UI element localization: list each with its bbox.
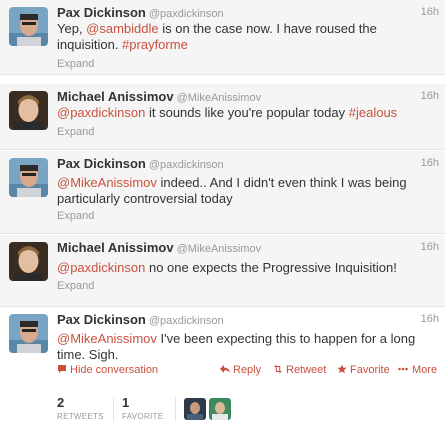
hide-conversation-label: Hide conversation (70, 364, 159, 376)
tweet-fullname[interactable]: Pax Dickinson (57, 312, 146, 327)
hashtag-link[interactable]: #prayforme (122, 37, 188, 52)
star-icon (337, 364, 347, 374)
tweet-timestamp[interactable]: 16h (421, 6, 439, 18)
mention-link[interactable]: @paxdickinson (57, 105, 145, 120)
expand-link[interactable]: Expand (57, 280, 94, 292)
tweet-text-segment: no one expects the Progressive Inquisiti… (145, 260, 397, 275)
avatar-michael-anissimov[interactable] (9, 91, 48, 130)
tweet-fullname[interactable]: Michael Anissimov (57, 240, 174, 255)
retweeter-avatar[interactable] (184, 398, 206, 420)
tweet-text-segment: Yep, (57, 21, 87, 36)
tweet[interactable]: Michael Anissimov @MikeAnissimov 16h @pax… (0, 84, 445, 150)
tweet-text: Yep, @sambiddle is on the case now. I ha… (57, 21, 405, 53)
hashtag-link[interactable]: #jealous (349, 105, 397, 120)
favorites-count: 1 (122, 395, 130, 410)
tweet-text: @MikeAnissimov I've been expecting this … (57, 331, 431, 363)
reply-arrow-icon (220, 365, 230, 373)
tweet-timestamp[interactable]: 16h (421, 241, 439, 253)
tweet-username[interactable]: @paxdickinson (149, 159, 224, 171)
favorite-button[interactable]: Favorite (337, 364, 390, 376)
tweet-actions: Hide conversation Reply Retweet Favorite… (57, 364, 439, 378)
avatar-pax-dickinson[interactable] (9, 314, 48, 353)
expand-link[interactable]: Expand (57, 58, 94, 70)
tweet[interactable]: Pax Dickinson @paxdickinson 16h Yep, @sam… (0, 0, 445, 75)
retweets-stat[interactable]: 2 RETWEETS (57, 395, 104, 421)
mention-link[interactable]: @MikeAnissimov (57, 331, 157, 346)
avatar-pax-dickinson[interactable] (9, 158, 48, 197)
reply-button[interactable]: Reply (220, 364, 261, 376)
favorites-stat[interactable]: 1 FAVORITE (122, 395, 163, 421)
favorite-label: Favorite (350, 364, 390, 376)
tweet-stats: 2 RETWEETS 1 FAVORITE (57, 395, 445, 423)
more-button[interactable]: More (397, 364, 437, 376)
mention-link[interactable]: @MikeAnissimov (57, 175, 157, 190)
avatar-pax-dickinson[interactable] (9, 7, 48, 46)
retweet-icon (274, 365, 282, 373)
more-dots-icon (398, 367, 408, 371)
tweet-username[interactable]: @MikeAnissimov (177, 92, 262, 104)
tweet-fullname[interactable]: Pax Dickinson (57, 5, 146, 20)
expand-link[interactable]: Expand (57, 126, 94, 138)
retweets-label: RETWEETS (57, 412, 104, 421)
tweet-header: Pax Dickinson @paxdickinson 16h (57, 156, 439, 172)
tweet-header: Michael Anissimov @MikeAnissimov 16h (57, 240, 439, 256)
tweet-text: @MikeAnissimov indeed.. And I didn't eve… (57, 175, 431, 207)
tweet-timestamp[interactable]: 16h (421, 313, 439, 325)
reply-label: Reply (233, 364, 262, 376)
tweet-text: @paxdickinson no one expects the Progres… (57, 260, 431, 276)
retweet-label: Retweet (286, 364, 327, 376)
mention-link[interactable]: @sambiddle (86, 21, 158, 36)
tweet-header: Michael Anissimov @MikeAnissimov 16h (57, 89, 439, 105)
tweet-username[interactable]: @MikeAnissimov (177, 243, 262, 255)
stats-divider (113, 397, 114, 421)
tweet-fullname[interactable]: Michael Anissimov (57, 89, 174, 104)
chat-bubble-icon (58, 365, 66, 373)
tweet-fullname[interactable]: Pax Dickinson (57, 156, 146, 171)
retweets-count: 2 (57, 395, 65, 410)
tweet-text: @paxdickinson it sounds like you're popu… (57, 105, 431, 121)
mention-link[interactable]: @paxdickinson (57, 260, 145, 275)
tweet-text-segment: it sounds like you're popular today (145, 105, 349, 120)
tweet-timestamp[interactable]: 16h (421, 157, 439, 169)
tweet-username[interactable]: @paxdickinson (149, 315, 224, 327)
tweet-header: Pax Dickinson @paxdickinson 16h (57, 312, 439, 328)
tweet-header: Pax Dickinson @paxdickinson 16h (57, 5, 439, 21)
retweeter-avatar[interactable] (209, 398, 231, 420)
tweet-timestamp[interactable]: 16h (421, 90, 439, 102)
tweet[interactable]: Pax Dickinson @paxdickinson 16h @MikeAnis… (0, 151, 445, 234)
retweet-button[interactable]: Retweet (273, 364, 326, 376)
hide-conversation-link[interactable]: Hide conversation (57, 364, 158, 376)
expand-link[interactable]: Expand (57, 210, 94, 222)
favorites-label: FAVORITE (122, 412, 164, 421)
tweet[interactable]: Michael Anissimov @MikeAnissimov 16h @pax… (0, 235, 445, 307)
more-label: More (412, 364, 438, 376)
tweet-username[interactable]: @paxdickinson (149, 8, 224, 20)
stats-divider (175, 397, 176, 421)
conversation-timeline: Pax Dickinson @paxdickinson 16h Yep, @sam… (0, 0, 445, 429)
avatar-michael-anissimov[interactable] (9, 242, 48, 281)
